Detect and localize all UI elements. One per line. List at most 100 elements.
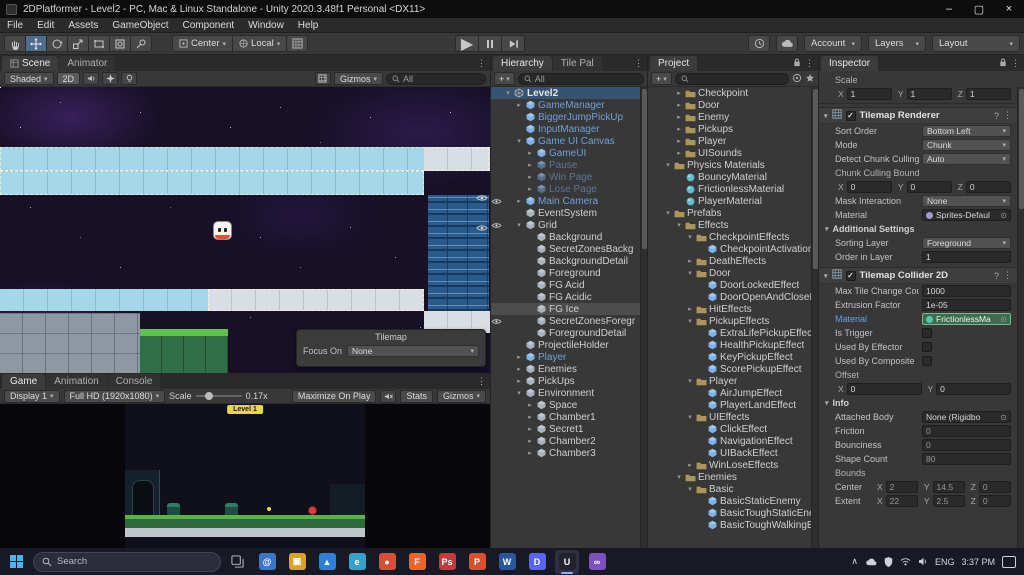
- extent-z-field[interactable]: 0: [978, 495, 1012, 507]
- z-field[interactable]: 0: [965, 181, 1012, 193]
- mute-audio-icon[interactable]: [380, 389, 397, 403]
- expand-arrow-icon[interactable]: ▾: [674, 221, 684, 229]
- project-item-bouncymaterial[interactable]: BouncyMaterial: [648, 171, 811, 183]
- max-tile-change-cou-field[interactable]: 1000: [922, 285, 1011, 297]
- taskbar-search-input[interactable]: Search: [33, 551, 221, 572]
- tab-hierarchy[interactable]: Hierarchy: [493, 56, 552, 71]
- tab-animation[interactable]: Animation: [46, 374, 107, 389]
- project-item-navigationeffect[interactable]: NavigationEffect: [648, 435, 811, 447]
- pivot-mode-button[interactable]: Center ▾: [172, 35, 234, 52]
- undo-history-icon[interactable]: [748, 35, 770, 52]
- kebab-icon[interactable]: ⋮: [1003, 110, 1012, 121]
- hierarchy-item-win-page[interactable]: ▸ Win Page: [491, 171, 640, 183]
- hierarchy-item-level2[interactable]: ▾ Level2: [491, 87, 640, 99]
- hierarchy-item-enemies[interactable]: ▸ Enemies: [491, 363, 640, 375]
- menu-help[interactable]: Help: [291, 18, 326, 32]
- taskbar-app-file-explorer[interactable]: ▣: [285, 550, 309, 574]
- component-header-tilemap-renderer[interactable]: ▾ ✓ Tilemap Renderer? ⋮: [819, 107, 1017, 124]
- resolution-dropdown[interactable]: Full HD (1920x1080) ▾: [63, 389, 166, 403]
- expand-arrow-icon[interactable]: ▾: [503, 89, 513, 97]
- hierarchy-item-inputmanager[interactable]: InputManager: [491, 123, 640, 135]
- expand-arrow-icon[interactable]: ▾: [685, 317, 695, 325]
- hierarchy-item-background[interactable]: Background: [491, 231, 640, 243]
- friction-field[interactable]: 0: [922, 425, 1011, 437]
- search-by-type-icon[interactable]: [792, 73, 802, 85]
- used-by-effector-checkbox[interactable]: [922, 342, 932, 352]
- close-button[interactable]: ×: [994, 0, 1024, 18]
- scene-audio-icon[interactable]: [83, 72, 100, 85]
- task-view-icon[interactable]: [226, 551, 248, 573]
- bounciness-field[interactable]: 0: [922, 439, 1011, 451]
- tab-game[interactable]: Game: [2, 374, 46, 389]
- menu-file[interactable]: File: [0, 18, 30, 32]
- tab-scene[interactable]: Scene: [2, 56, 59, 71]
- play-button[interactable]: ▶: [455, 35, 479, 53]
- expand-arrow-icon[interactable]: ▸: [514, 365, 524, 373]
- taskbar-app-mail[interactable]: @: [255, 550, 279, 574]
- project-item-keypickupeffect[interactable]: KeyPickupEffect: [648, 351, 811, 363]
- hierarchy-item-pause[interactable]: ▸ Pause: [491, 159, 640, 171]
- shading-mode-dropdown[interactable]: Shaded ▾: [4, 72, 54, 85]
- project-item-physics-materials[interactable]: ▾ Physics Materials: [648, 159, 811, 171]
- project-item-doorlockedeffect[interactable]: DoorLockedEffect: [648, 279, 811, 291]
- language-indicator[interactable]: ENG: [935, 557, 955, 567]
- project-item-frictionlessmaterial[interactable]: FrictionlessMaterial: [648, 183, 811, 195]
- y-field[interactable]: 0: [906, 181, 952, 193]
- scene-grid-icon[interactable]: [314, 72, 331, 85]
- network-icon[interactable]: [900, 557, 911, 566]
- taskbar-app-unity-editor[interactable]: U: [555, 549, 579, 574]
- scene-gizmos-dropdown[interactable]: Gizmos ▾: [333, 72, 383, 85]
- expand-arrow-icon[interactable]: ▸: [685, 461, 695, 469]
- project-item-pickups[interactable]: ▸ Pickups: [648, 123, 811, 135]
- expand-arrow-icon[interactable]: ▸: [525, 185, 535, 193]
- material-object-field[interactable]: Sprites-Defaul ⊙: [922, 209, 1011, 221]
- project-item-basicstaticenemy[interactable]: BasicStaticEnemy: [648, 495, 811, 507]
- taskbar-app-discord[interactable]: D: [525, 550, 549, 574]
- hierarchy-scrollbar[interactable]: [640, 87, 647, 548]
- expand-arrow-icon[interactable]: ▸: [674, 125, 684, 133]
- lock-icon[interactable]: [999, 55, 1007, 72]
- start-button[interactable]: [4, 550, 28, 573]
- foldout-info[interactable]: ▾ Info: [819, 396, 1017, 410]
- hierarchy-item-player[interactable]: ▸ Player: [491, 351, 640, 363]
- project-item-checkpointactivation[interactable]: CheckpointActivation: [648, 243, 811, 255]
- expand-arrow-icon[interactable]: ▸: [685, 257, 695, 265]
- kebab-icon[interactable]: ⋮: [477, 376, 486, 387]
- expand-arrow-icon[interactable]: ▾: [514, 221, 524, 229]
- object-picker-icon[interactable]: ⊙: [1000, 315, 1007, 324]
- lock-icon[interactable]: [793, 55, 801, 72]
- foldout-arrow-icon[interactable]: ▾: [824, 112, 828, 120]
- hierarchy-item-fg-ice[interactable]: FG Ice: [491, 303, 640, 315]
- expand-arrow-icon[interactable]: ▸: [525, 161, 535, 169]
- expand-arrow-icon[interactable]: ▸: [674, 113, 684, 121]
- expand-arrow-icon[interactable]: ▸: [674, 89, 684, 97]
- tab-animator[interactable]: Animator: [59, 56, 116, 71]
- project-item-uibackeffect[interactable]: UIBackEffect: [648, 447, 811, 459]
- project-item-healthpickupeffect[interactable]: HealthPickupEffect: [648, 339, 811, 351]
- used-by-composite-checkbox[interactable]: [922, 356, 932, 366]
- project-search-input[interactable]: [674, 72, 789, 85]
- expand-arrow-icon[interactable]: ▸: [674, 137, 684, 145]
- project-item-basic[interactable]: ▾ Basic: [648, 483, 811, 495]
- custom-tool-icon[interactable]: [130, 35, 152, 52]
- project-item-hiteffects[interactable]: ▸ HitEffects: [648, 303, 811, 315]
- hierarchy-item-pickups[interactable]: ▸ PickUps: [491, 375, 640, 387]
- visibility-eye-icon[interactable]: [491, 317, 503, 327]
- x-field[interactable]: 0: [846, 181, 892, 193]
- layout-dropdown[interactable]: Layout ▾: [932, 35, 1020, 52]
- tab-tile-palette[interactable]: Tile Pal: [552, 56, 602, 71]
- material-object-field[interactable]: FrictionlessMa ⊙: [922, 313, 1011, 325]
- sorting-layer-dropdown[interactable]: Foreground ▾: [922, 237, 1011, 249]
- project-item-enemy[interactable]: ▸ Enemy: [648, 111, 811, 123]
- scene-viewport[interactable]: Tilemap Focus On None ▾: [0, 87, 490, 373]
- expand-arrow-icon[interactable]: ▾: [685, 269, 695, 277]
- tab-console[interactable]: Console: [107, 374, 161, 389]
- project-item-playerlandeffect[interactable]: PlayerLandEffect: [648, 399, 811, 411]
- attached-body-object-field[interactable]: None (Rigidbo ⊙: [922, 411, 1011, 423]
- rotate-tool-icon[interactable]: [46, 35, 68, 52]
- expand-arrow-icon[interactable]: ▸: [525, 449, 535, 457]
- scale-y-field[interactable]: 1: [906, 88, 952, 100]
- hierarchy-item-chamber2[interactable]: ▸ Chamber2: [491, 435, 640, 447]
- taskbar-app-photoshop[interactable]: Ps: [435, 550, 459, 574]
- expand-arrow-icon[interactable]: ▸: [514, 197, 524, 205]
